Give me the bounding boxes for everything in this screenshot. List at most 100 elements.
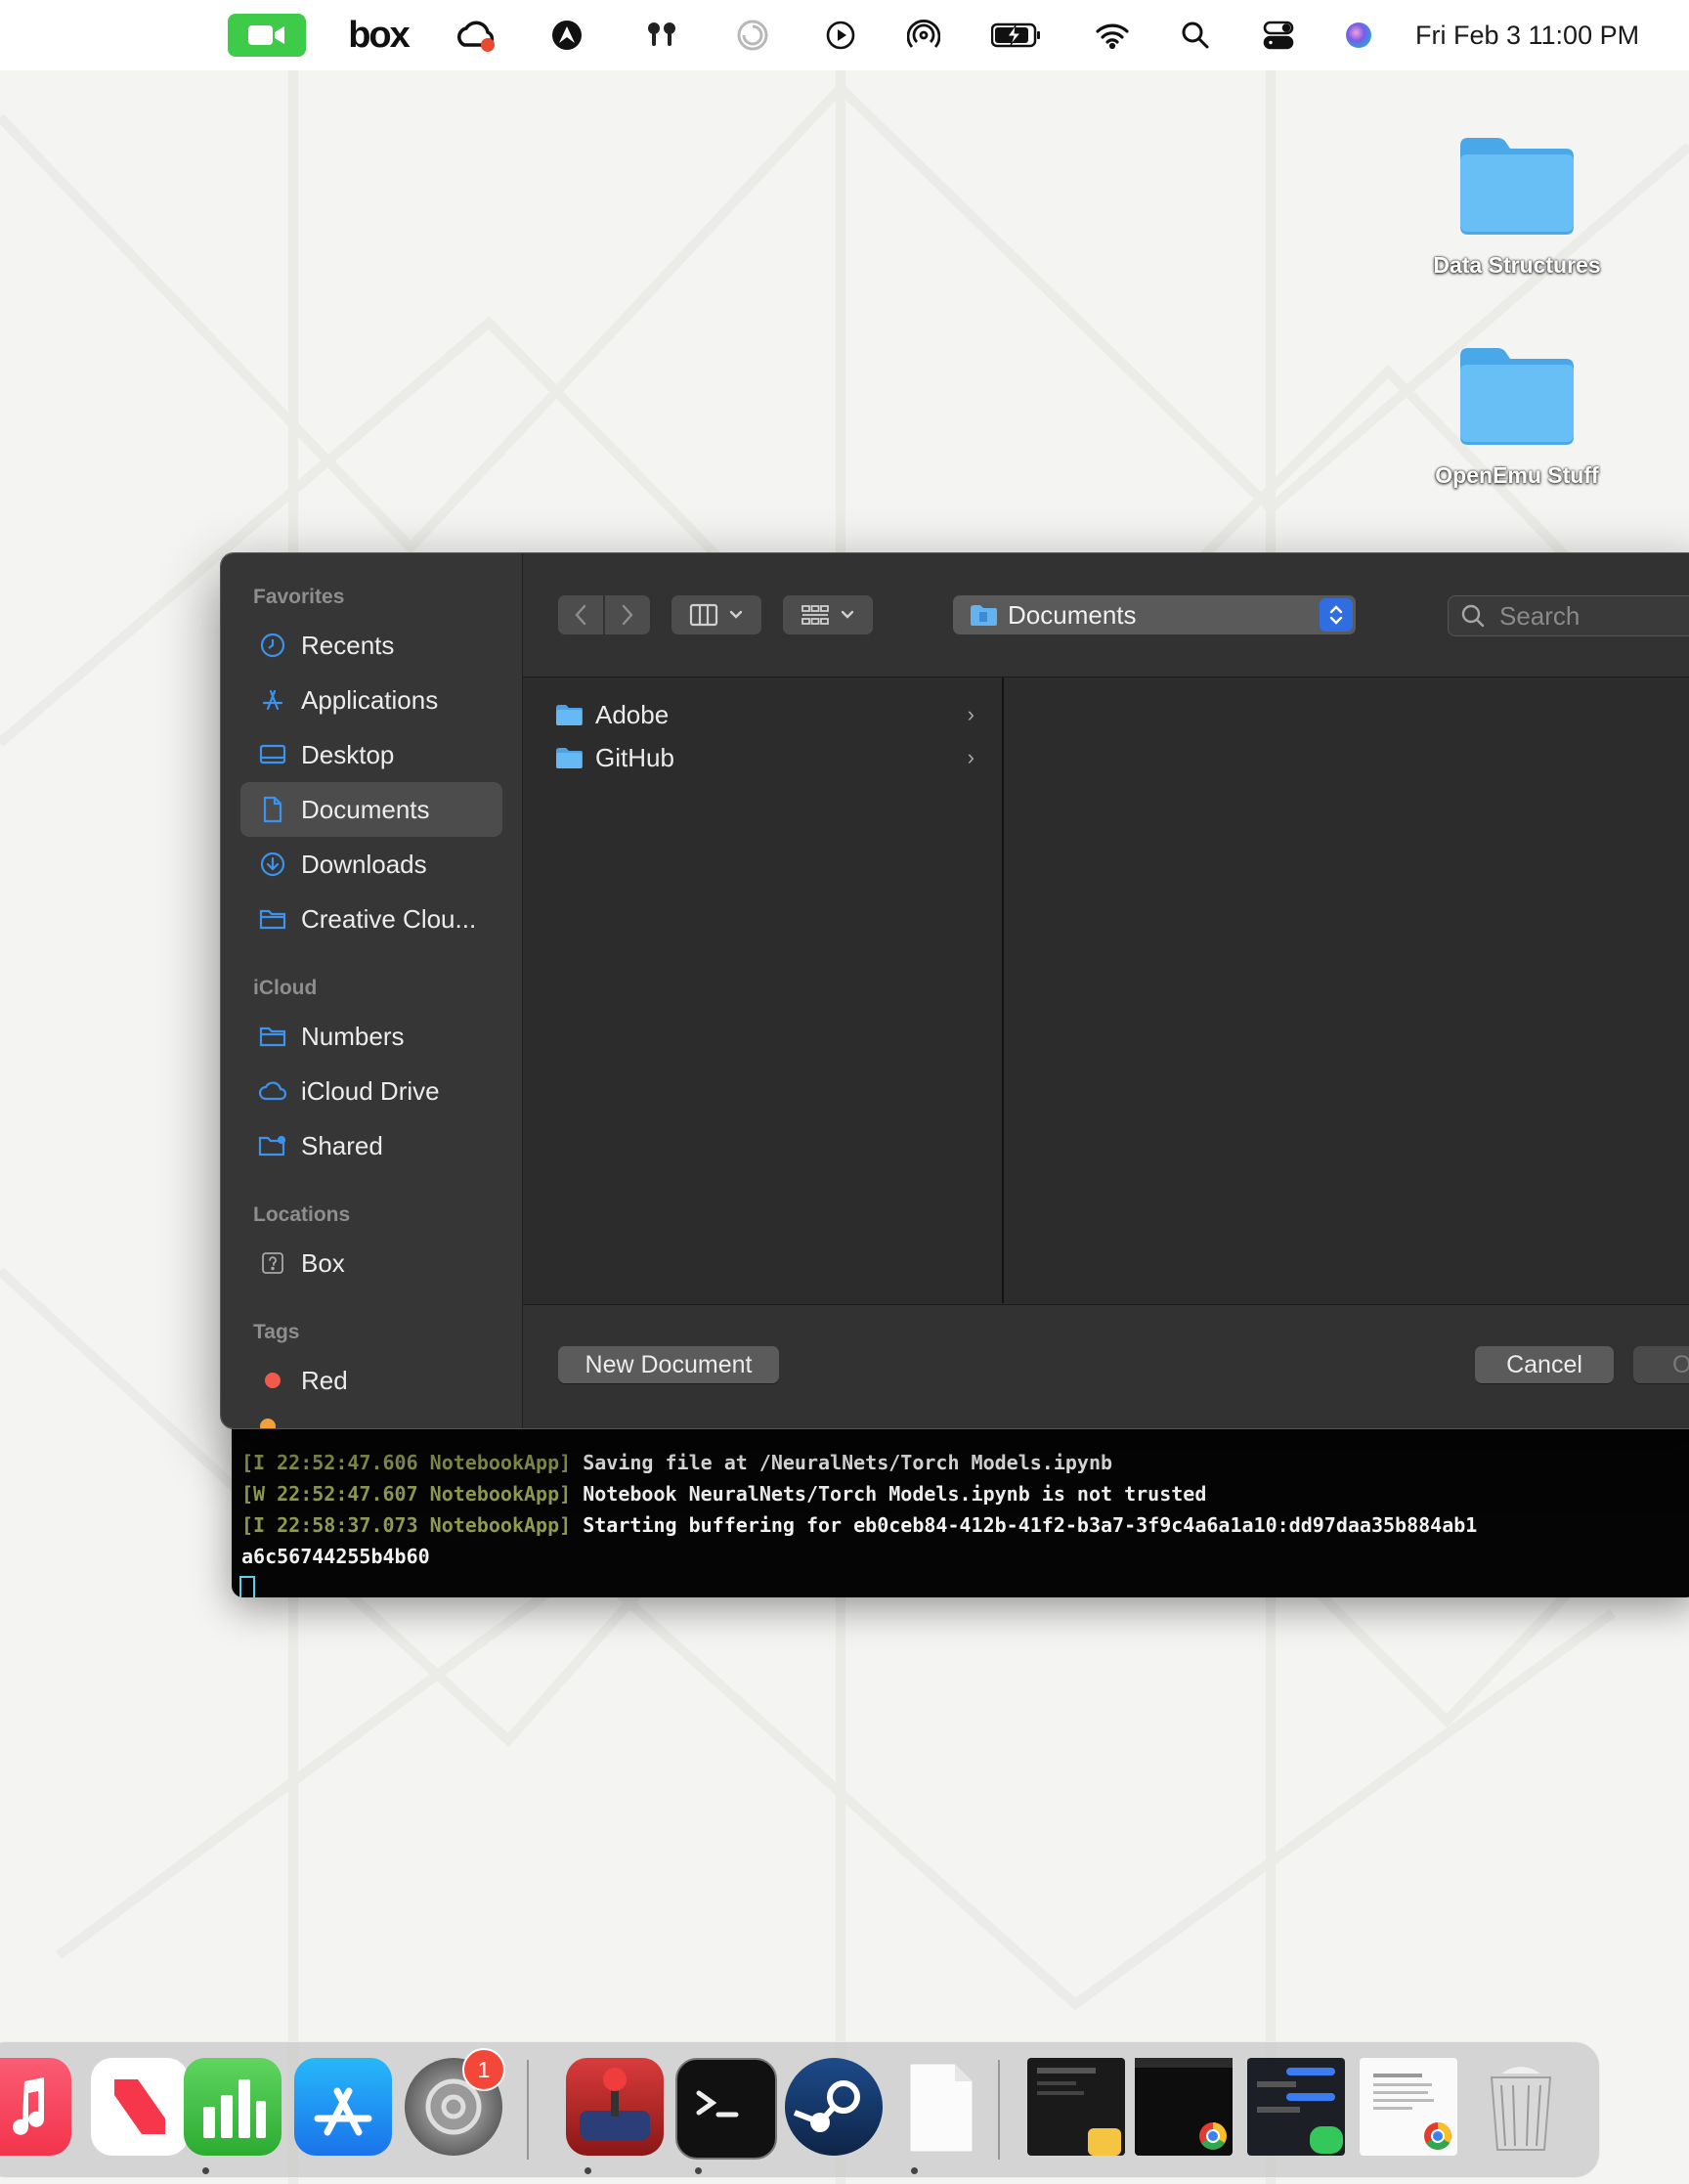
notification-badge: 1 <box>462 2048 505 2091</box>
chrome-window-icon[interactable] <box>1135 2058 1233 2156</box>
location-popup[interactable]: Documents <box>953 595 1356 634</box>
file-row-github[interactable]: GitHub › <box>523 737 1002 778</box>
group-button[interactable] <box>783 595 873 634</box>
document-icon <box>258 795 287 824</box>
desktop-folder-data-structures[interactable]: Data Structures <box>1409 132 1624 279</box>
forward-button[interactable] <box>605 595 650 634</box>
cancel-button[interactable]: Cancel <box>1475 1346 1614 1383</box>
sidebar-item-shared[interactable]: Shared <box>240 1118 502 1173</box>
facetime-icon[interactable] <box>226 0 308 70</box>
folder-icon <box>258 904 287 934</box>
sidebar-item-label: iCloud Drive <box>301 1075 440 1106</box>
notes-window-icon[interactable] <box>1027 2058 1125 2156</box>
folder-icon <box>1460 348 1574 445</box>
spotlight-search-icon[interactable] <box>1178 0 1213 70</box>
desktop-folder-label: Data Structures <box>1433 252 1601 278</box>
terminal-window[interactable]: [I 22:52:47.606 NotebookApp] Saving file… <box>232 1427 1689 1597</box>
play-icon[interactable] <box>821 0 860 70</box>
sidebar-item-downloads[interactable]: Downloads <box>240 837 502 892</box>
file-column: Adobe › GitHub › <box>523 677 1004 1303</box>
airpods-icon[interactable] <box>640 0 683 70</box>
columns-view-icon <box>689 603 718 627</box>
desktop-folder-label: OpenEmu Stuff <box>1435 462 1599 488</box>
back-button[interactable] <box>558 595 603 634</box>
blank-document-icon[interactable] <box>892 2058 990 2156</box>
sidebar-item-label: Numbers <box>301 1021 405 1051</box>
sidebar-item-documents[interactable]: Documents <box>240 782 502 837</box>
siri-icon[interactable] <box>1341 0 1376 70</box>
messages-window-icon[interactable] <box>1247 2058 1345 2156</box>
sidebar-item-icloud-drive[interactable]: iCloud Drive <box>240 1064 502 1118</box>
dock-separator <box>527 2060 529 2160</box>
folder-icon <box>556 748 583 768</box>
sidebar-item-tag-red[interactable]: Red <box>240 1353 502 1408</box>
grid-group-icon <box>801 605 829 625</box>
app-store-icon[interactable] <box>294 2058 392 2156</box>
sidebar-item-label: Documents <box>301 794 430 824</box>
box-icon[interactable]: box <box>344 0 412 70</box>
search-icon <box>1461 604 1485 628</box>
sidebar-item-label: Shared <box>301 1130 383 1160</box>
dialog-toolbar: Documents Search <box>523 553 1689 677</box>
clock-icon <box>258 631 287 660</box>
numbers-icon[interactable] <box>184 2058 282 2156</box>
creative-cloud-icon[interactable] <box>452 0 500 70</box>
terminal-cursor <box>239 1576 255 1597</box>
file-row-adobe[interactable]: Adobe › <box>523 694 1002 735</box>
chevron-right-icon: › <box>967 745 974 769</box>
location-label: Documents <box>1008 599 1137 630</box>
terminal-icon[interactable] <box>675 2058 777 2160</box>
applications-icon <box>258 685 287 715</box>
terminal-line: [I 22:58:37.073 NotebookApp] Starting bu… <box>241 1513 1478 1537</box>
search-placeholder: Search <box>1499 600 1581 631</box>
sidebar-item-label: Desktop <box>301 739 395 769</box>
file-browser: Adobe › GitHub › <box>523 677 1689 1303</box>
view-mode-button[interactable] <box>671 595 761 634</box>
chrome-document-window-icon[interactable] <box>1360 2058 1457 2156</box>
trash-icon[interactable] <box>1472 2058 1570 2156</box>
news-icon[interactable] <box>91 2058 189 2156</box>
download-icon <box>258 850 287 879</box>
sidebar-item-recents[interactable]: Recents <box>240 618 502 673</box>
joystick-app-icon[interactable] <box>566 2058 664 2156</box>
search-field[interactable]: Search <box>1448 595 1689 636</box>
red-tag-dot <box>265 1373 281 1388</box>
chevron-left-icon <box>575 604 586 626</box>
wifi-icon[interactable] <box>1093 0 1132 70</box>
favorites-heading: Favorites <box>253 586 345 608</box>
sidebar-item-applications[interactable]: Applications <box>240 673 502 727</box>
chevron-right-icon <box>622 604 633 626</box>
sidebar-item-desktop[interactable]: Desktop <box>240 727 502 782</box>
steam-icon[interactable] <box>785 2058 883 2156</box>
music-icon[interactable] <box>0 2058 71 2156</box>
sidebar-item-numbers[interactable]: Numbers <box>240 1009 502 1064</box>
focus-icon[interactable] <box>733 0 772 70</box>
sidebar-item-box[interactable]: Box <box>240 1236 502 1290</box>
airdrop-icon[interactable] <box>904 0 943 70</box>
sidebar-item-label: Box <box>301 1247 345 1278</box>
running-indicator <box>695 2167 702 2174</box>
orange-tag-dot <box>260 1419 276 1428</box>
running-indicator <box>202 2167 209 2174</box>
chevron-down-icon <box>841 610 854 619</box>
folder-icon <box>556 705 583 725</box>
sidebar-item-label: Creative Clou... <box>301 903 477 934</box>
menu-bar-clock[interactable]: Fri Feb 3 11:00 PM <box>1415 0 1671 70</box>
desktop-icon <box>258 740 287 769</box>
vpn-icon[interactable] <box>547 0 586 70</box>
sidebar-item-label: Recents <box>301 630 395 660</box>
desktop-folder-openemu-stuff[interactable]: OpenEmu Stuff <box>1409 342 1624 489</box>
new-document-button[interactable]: New Document <box>558 1346 779 1383</box>
menu-bar: box Fri Feb 3 11:00 PM <box>0 0 1689 70</box>
folder-icon <box>1460 138 1574 235</box>
open-button[interactable]: Ope <box>1633 1346 1689 1383</box>
location-stepper[interactable] <box>1320 598 1353 632</box>
documents-folder-icon <box>971 605 997 626</box>
battery-charging-icon[interactable] <box>989 0 1044 70</box>
control-center-icon[interactable] <box>1259 0 1298 70</box>
shared-folder-icon <box>258 1131 287 1160</box>
dock: 1 <box>0 2041 1600 2178</box>
open-file-dialog: Favorites Recents Applications Desktop D… <box>220 552 1689 1429</box>
sidebar-item-creative-cloud[interactable]: Creative Clou... <box>240 892 502 946</box>
sidebar-item-label: Applications <box>301 684 439 715</box>
